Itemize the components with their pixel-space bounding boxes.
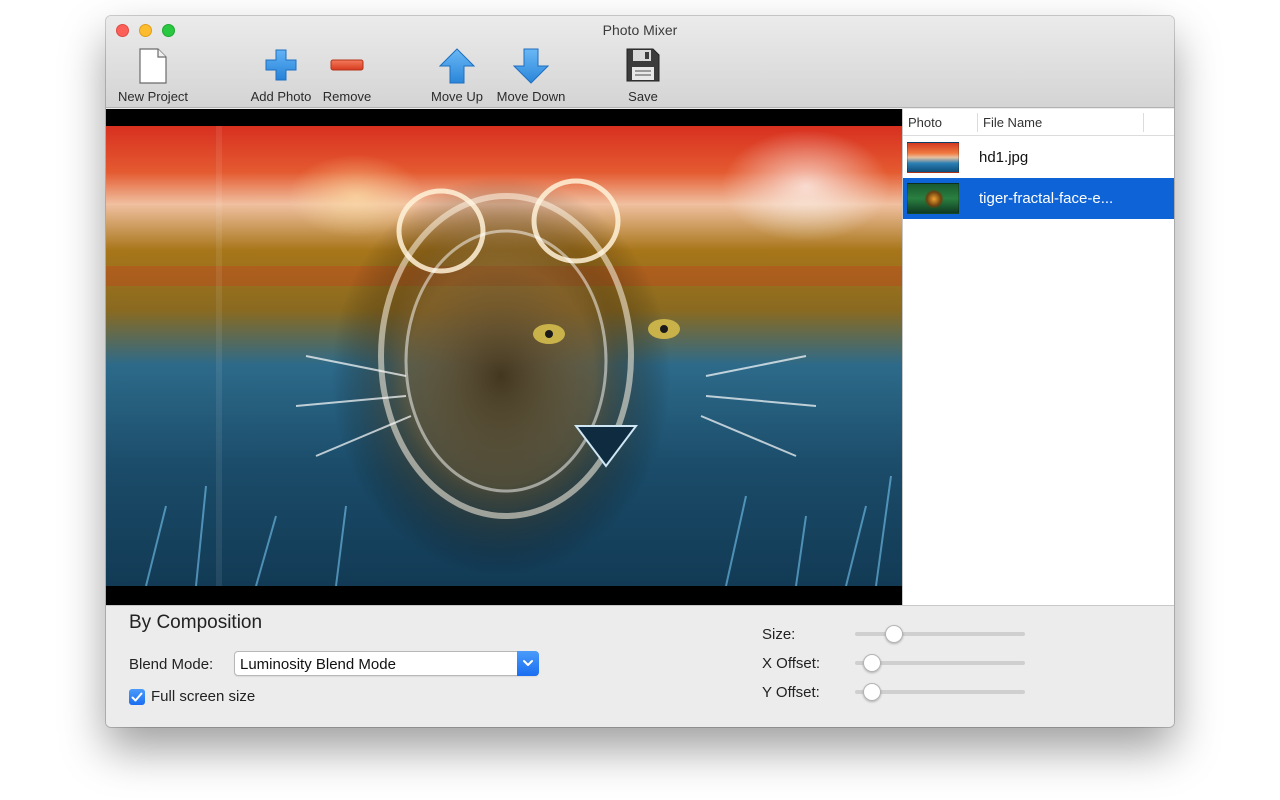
app-window: Photo Mixer New Project Add Photo Remove — [106, 16, 1174, 727]
column-header-file-name[interactable]: File Name — [983, 115, 1042, 130]
y-offset-slider-knob[interactable] — [862, 683, 881, 701]
photo-list-header: Photo File Name — [903, 109, 1174, 136]
blend-mode-label: Blend Mode: — [129, 656, 214, 673]
move-down-button[interactable]: Move Down — [492, 48, 570, 104]
move-up-label: Move Up — [430, 89, 484, 104]
x-offset-slider-knob[interactable] — [862, 654, 881, 672]
file-name: tiger-fractal-face-e... — [979, 190, 1114, 207]
x-offset-label: X Offset: — [762, 655, 821, 672]
column-divider[interactable] — [1143, 113, 1144, 132]
file-name: hd1.jpg — [979, 149, 1029, 166]
column-divider[interactable] — [977, 113, 978, 132]
preview-canvas[interactable] — [106, 109, 902, 605]
checkmark-icon — [131, 692, 143, 702]
list-row-tiger[interactable]: tiger-fractal-face-e... — [903, 178, 1174, 219]
move-down-label: Move Down — [496, 89, 566, 104]
size-slider-track[interactable] — [855, 632, 1025, 636]
full-screen-checkbox[interactable] — [129, 689, 145, 705]
size-slider-knob[interactable] — [885, 625, 904, 643]
dropdown-arrow-button[interactable] — [517, 651, 539, 676]
title-bar: Photo Mixer New Project Add Photo Remove — [106, 16, 1174, 108]
blend-mode-dropdown[interactable]: Luminosity Blend Mode — [234, 651, 539, 676]
column-header-photo[interactable]: Photo — [908, 115, 942, 130]
list-row-hd1[interactable]: hd1.jpg — [903, 137, 1174, 178]
add-photo-button[interactable]: Add Photo — [246, 48, 316, 104]
section-title: By Composition — [129, 612, 263, 633]
remove-button[interactable]: Remove — [318, 48, 376, 104]
photo-thumbnail — [907, 142, 959, 173]
size-label: Size: — [762, 626, 796, 643]
add-photo-label: Add Photo — [250, 89, 312, 104]
save-label: Save — [628, 89, 658, 104]
document-icon — [139, 48, 167, 84]
blend-mode-value: Luminosity Blend Mode — [240, 656, 396, 673]
photo-thumbnail — [907, 183, 959, 214]
new-project-button[interactable]: New Project — [114, 48, 192, 104]
composition-panel: By Composition Blend Mode: Luminosity Bl… — [106, 605, 1174, 727]
y-offset-label: Y Offset: — [762, 684, 820, 701]
arrow-down-icon — [513, 48, 549, 84]
blended-photo-preview — [106, 126, 902, 586]
full-screen-label: Full screen size — [151, 688, 256, 705]
minus-icon — [330, 59, 364, 71]
remove-label: Remove — [322, 89, 372, 104]
window-title: Photo Mixer — [602, 22, 678, 38]
move-up-button[interactable]: Move Up — [424, 48, 490, 104]
tiger-image — [106, 126, 902, 586]
save-button[interactable]: Save — [618, 48, 668, 104]
floppy-disk-icon — [626, 48, 660, 82]
arrow-up-icon — [439, 48, 475, 84]
chevron-down-icon — [523, 660, 533, 666]
photo-list: Photo File Name hd1.jpg tiger-fractal-fa… — [902, 109, 1174, 605]
new-project-label: New Project — [117, 89, 189, 104]
plus-icon — [265, 49, 297, 81]
